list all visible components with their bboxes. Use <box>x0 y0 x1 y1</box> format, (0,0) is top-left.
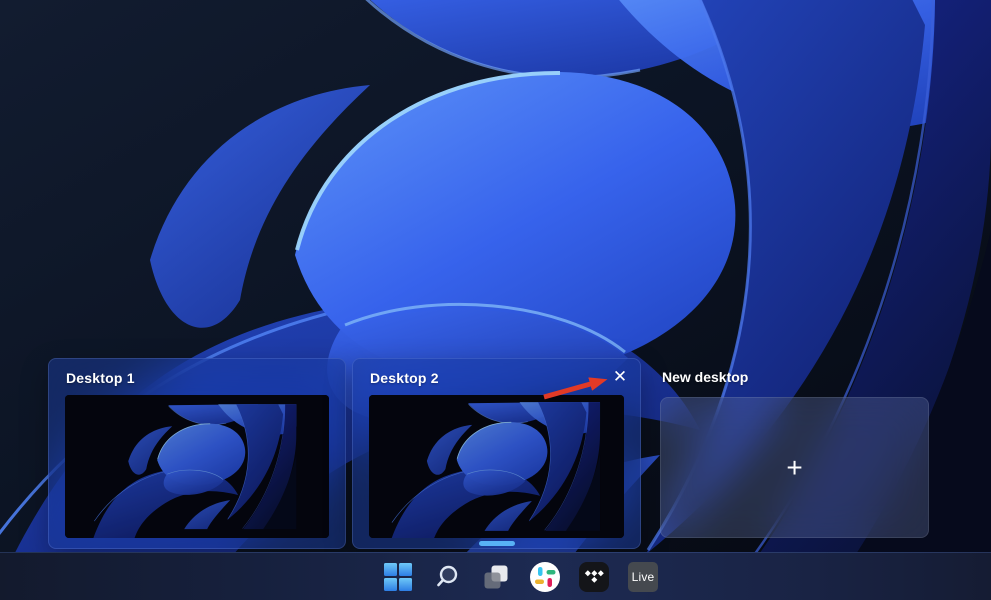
search-icon <box>434 564 460 590</box>
task-view-icon <box>483 564 509 590</box>
active-desktop-indicator <box>479 541 515 546</box>
close-desktop-2-button[interactable]: ✕ <box>607 364 633 390</box>
new-desktop-section: New desktop + <box>655 358 931 547</box>
plus-icon: + <box>786 454 802 482</box>
ableton-live-icon: Live <box>628 562 658 592</box>
task-view-button[interactable] <box>480 556 512 598</box>
slack-icon <box>530 562 560 592</box>
ableton-live-label: Live <box>632 570 655 584</box>
desktop-1-wallpaper-preview <box>65 395 329 538</box>
search-button[interactable] <box>431 556 463 598</box>
slack-button[interactable] <box>529 556 561 598</box>
desktop-card-1[interactable]: Desktop 1 <box>48 358 346 549</box>
desktop-card-2[interactable]: Desktop 2 ✕ <box>352 358 641 549</box>
taskbar: Live <box>0 552 991 600</box>
new-desktop-tile[interactable]: + <box>660 397 929 538</box>
taskbar-icons: Live <box>382 553 659 600</box>
desktop-1-thumbnail[interactable] <box>65 395 329 538</box>
tidal-button[interactable] <box>578 556 610 598</box>
desktop-1-label: Desktop 1 <box>66 370 135 386</box>
close-icon: ✕ <box>613 367 627 386</box>
desktop-2-thumbnail[interactable] <box>369 395 624 538</box>
windows-11-task-view-screen: Desktop 1 Desktop 2 ✕ <box>0 0 991 600</box>
desktop-2-label: Desktop 2 <box>370 370 439 386</box>
start-button[interactable] <box>382 556 414 598</box>
ableton-live-button[interactable]: Live <box>627 556 659 598</box>
windows-start-icon <box>383 562 413 592</box>
new-desktop-label: New desktop <box>662 369 748 385</box>
tidal-icon <box>579 562 609 592</box>
desktop-2-wallpaper-preview <box>369 395 624 538</box>
